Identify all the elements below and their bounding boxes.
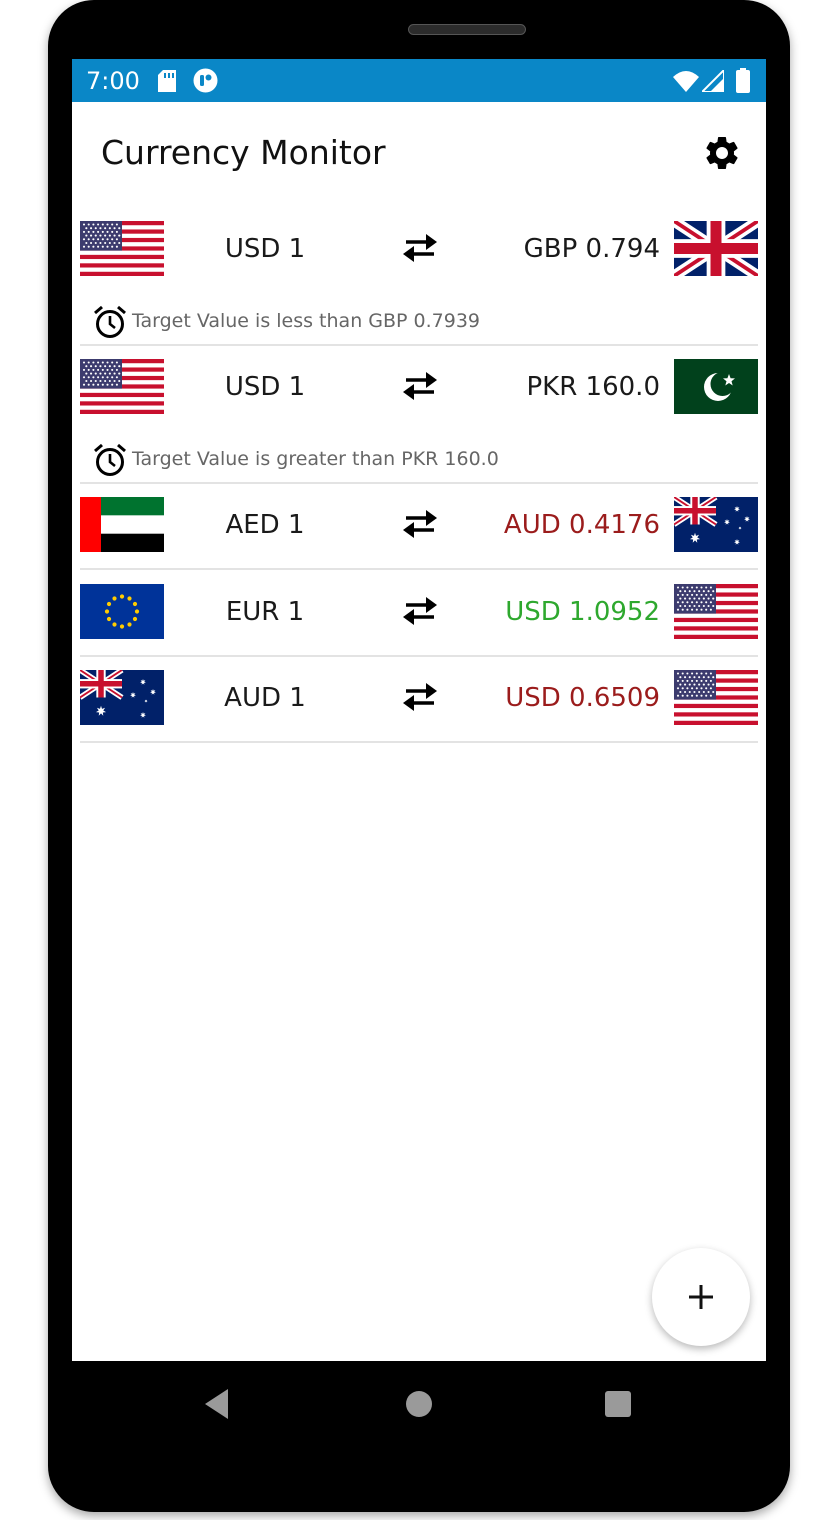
rate-row[interactable]: AED 1 AUD 0.4176 (80, 495, 758, 555)
home-icon[interactable] (405, 1390, 433, 1418)
eu-flag-icon (80, 584, 164, 639)
wifi-icon (673, 71, 699, 92)
quote-amount: GBP 0.794 (523, 234, 660, 264)
rate-row[interactable]: USD 1 GBP 0.794 (80, 219, 758, 279)
plus-icon (689, 1285, 713, 1309)
recents-icon[interactable] (604, 1390, 632, 1418)
row-divider (80, 655, 758, 657)
quote-amount: AUD 0.4176 (503, 510, 660, 540)
alarm-clock-icon (92, 304, 128, 345)
battery-icon (736, 68, 750, 93)
quote-amount: USD 1.0952 (505, 597, 660, 627)
page-title: Currency Monitor (101, 133, 386, 172)
swap-arrows-icon[interactable] (400, 507, 440, 541)
swap-arrows-icon[interactable] (400, 594, 440, 628)
status-time: 7:00 (86, 67, 140, 95)
ae-flag-icon (80, 497, 164, 552)
us-flag-icon (80, 359, 164, 414)
swap-arrows-icon[interactable] (400, 231, 440, 265)
swap-arrows-icon[interactable] (400, 369, 440, 403)
au-flag-icon (674, 497, 758, 552)
us-flag-icon (674, 584, 758, 639)
base-amount: USD 1 (224, 234, 306, 264)
sd-card-icon (158, 70, 176, 92)
rate-row[interactable]: EUR 1 USD 1.0952 (80, 582, 758, 642)
add-pair-button[interactable] (652, 1248, 750, 1346)
base-amount: USD 1 (224, 372, 306, 402)
quote-amount: USD 0.6509 (505, 683, 660, 713)
target-alert-text: Target Value is less than GBP 0.7939 (132, 310, 481, 332)
target-alert[interactable]: Target Value is less than GBP 0.7939 (92, 302, 692, 342)
speaker-grille (408, 24, 526, 35)
system-nav-bar (72, 1361, 766, 1461)
alarm-clock-icon (92, 442, 128, 483)
us-flag-icon (674, 670, 758, 725)
swap-arrows-icon[interactable] (400, 680, 440, 714)
rate-row[interactable]: USD 1 PKR 160.0 (80, 357, 758, 417)
back-icon[interactable] (202, 1387, 232, 1421)
base-amount: AED 1 (225, 510, 305, 540)
base-amount: AUD 1 (224, 683, 306, 713)
settings-gear-icon[interactable] (702, 133, 742, 173)
row-divider (80, 344, 758, 346)
rate-row[interactable]: AUD 1 USD 0.6509 (80, 668, 758, 728)
au-flag-icon (80, 670, 164, 725)
row-divider (80, 482, 758, 484)
row-divider (80, 568, 758, 570)
signal-icon (702, 70, 724, 92)
row-divider (80, 741, 758, 743)
quote-amount: PKR 160.0 (526, 372, 661, 402)
target-alert-text: Target Value is greater than PKR 160.0 (132, 448, 499, 470)
base-amount: EUR 1 (225, 597, 305, 627)
app-notification-icon (193, 68, 218, 93)
status-bar: 7:00 (72, 59, 766, 102)
us-flag-icon (80, 221, 164, 276)
pk-flag-icon (674, 359, 758, 414)
target-alert[interactable]: Target Value is greater than PKR 160.0 (92, 440, 692, 480)
gb-flag-icon (674, 221, 758, 276)
app-screen: 7:00 Currency Monitor USD 1 GBP 0.794 Ta… (72, 59, 766, 1361)
